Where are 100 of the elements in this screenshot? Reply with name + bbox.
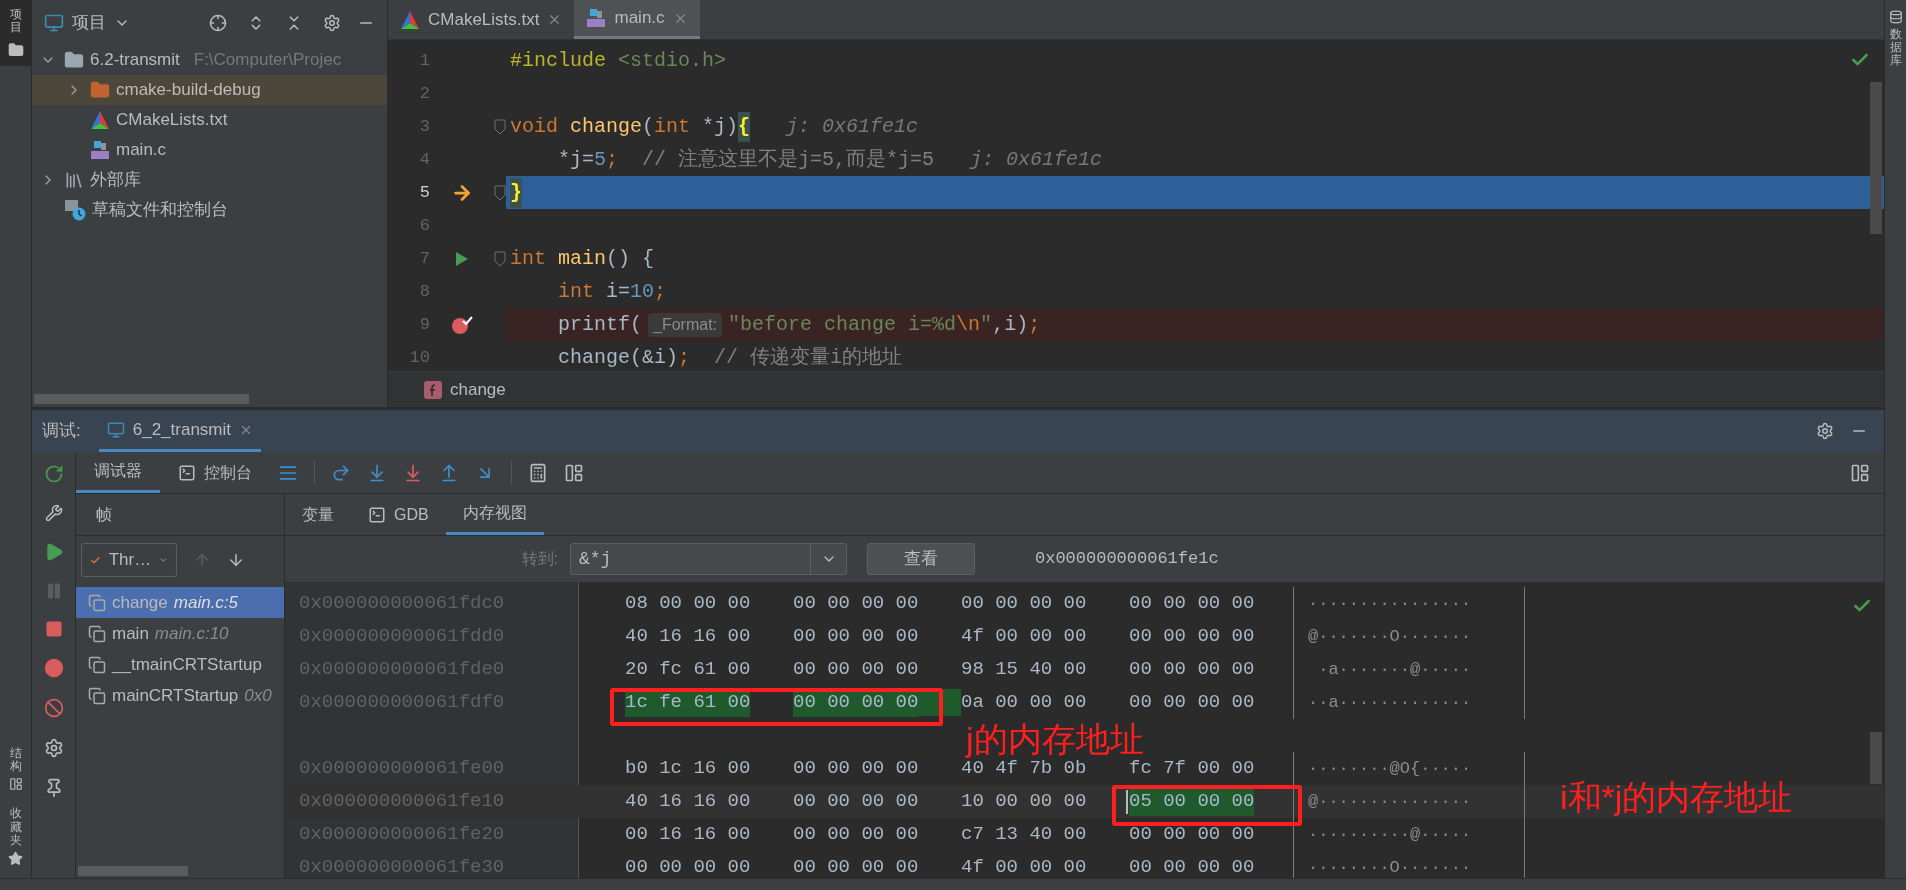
fold-marker-icon[interactable] [494, 250, 506, 267]
stack-frame[interactable]: change main.c:5 [76, 587, 284, 618]
breakpoint-icon[interactable] [451, 314, 473, 335]
tree-item[interactable]: 草稿文件和控制台 [32, 195, 387, 225]
structure-icon[interactable] [8, 777, 23, 792]
side-tab-label[interactable]: 项目 [9, 8, 22, 35]
code-token: <stdio.h> [617, 47, 727, 74]
rerun-icon[interactable] [43, 464, 64, 484]
hex-bytes: 05 00 00 00 [1129, 787, 1255, 816]
function-icon [424, 380, 442, 399]
debugger-tab[interactable]: 控制台 [160, 452, 270, 493]
locate-icon[interactable] [209, 13, 227, 32]
breadcrumb[interactable]: change [450, 376, 506, 403]
hex-bytes: 98 15 40 00 [961, 657, 1087, 683]
hex-bytes: 00 16 16 00 [625, 822, 751, 848]
tree-item[interactable]: cmake-build-debug [32, 75, 387, 105]
tree-item[interactable]: 外部库 [32, 165, 387, 195]
hex-bytes: 00 00 00 00 [793, 624, 919, 650]
view-tab[interactable]: 变量 [285, 494, 351, 535]
hex-bytes: 00 00 00 00 [793, 756, 919, 782]
stop-icon[interactable] [44, 620, 63, 638]
code-token: // 传递变量i的地址 [713, 344, 903, 371]
fold-marker-icon[interactable] [494, 184, 506, 201]
tree-item[interactable]: main.c [32, 135, 387, 165]
code-token: *j) [701, 113, 739, 140]
tree-item-label: 草稿文件和控制台 [92, 199, 228, 222]
hex-bytes: 00 00 00 00 [1129, 591, 1255, 617]
ascii-text: @··············· [1307, 790, 1473, 813]
run-icon[interactable] [455, 250, 469, 267]
horizontal-scrollbar[interactable] [78, 866, 188, 876]
triangle-logo-icon [400, 9, 420, 30]
arrow-down-icon[interactable] [227, 551, 245, 569]
annotation-text: i和*j的内存地址 [1560, 780, 1793, 814]
tree-item-path: F:\Computer\Projec [193, 49, 342, 72]
code-token: int [510, 245, 546, 272]
code-token: #include [510, 47, 606, 74]
hex-bytes: 40 16 16 00 [625, 789, 751, 815]
breakpoints-icon[interactable] [43, 658, 64, 678]
line-number: 3 [418, 115, 430, 138]
side-tab[interactable]: 项目 [0, 0, 32, 67]
vertical-scrollbar[interactable] [1870, 82, 1882, 234]
horizontal-scrollbar[interactable] [34, 394, 249, 404]
goto-field[interactable]: &*j [570, 543, 847, 575]
settings-icon[interactable] [323, 13, 341, 32]
hex-bytes: 00 00 00 00 [793, 591, 919, 617]
calculator-icon[interactable] [528, 462, 548, 483]
thread-dropdown[interactable]: Thr… [81, 543, 177, 577]
layout-icon[interactable] [564, 462, 584, 483]
folder-icon [64, 50, 84, 70]
line-number: 9 [418, 313, 430, 336]
database-icon[interactable] [1888, 10, 1903, 24]
tree-item-label: 6.2-transmit [90, 49, 180, 72]
line-number: 2 [418, 82, 430, 105]
session-tab[interactable]: 6_2_transmit [98, 410, 261, 452]
step-out-icon[interactable] [439, 462, 459, 483]
editor-tab[interactable]: main.c [574, 0, 700, 39]
hex-bytes: fc 7f 00 00 [1129, 756, 1255, 782]
side-tab[interactable]: 收藏夹 [9, 807, 22, 847]
tree-item[interactable]: 6.2-transmit F:\Computer\Projec [32, 45, 387, 75]
hex-bytes: 4f 00 00 00 [961, 855, 1087, 878]
code-token: // 注意这里不是j=5,而是*j=5 [641, 146, 935, 173]
line-number: 7 [418, 247, 430, 270]
editor-tab[interactable]: CMakeLists.txt [388, 0, 575, 39]
frame-icon [88, 624, 106, 643]
settings-icon[interactable] [1816, 422, 1834, 440]
fold-marker-icon[interactable] [494, 118, 506, 135]
stack-frame[interactable]: __tmainCRTStartup [76, 649, 284, 680]
force-step-into-icon[interactable] [403, 462, 423, 483]
hex-bytes: c7 13 40 00 [961, 822, 1087, 848]
mute-breakpoints-icon[interactable] [43, 698, 64, 718]
step-over-icon[interactable] [331, 462, 351, 483]
settings-icon[interactable] [43, 738, 64, 758]
code-token: 10 [630, 278, 655, 305]
panel-title[interactable]: 项目 [72, 9, 106, 36]
annotation-text: j的内存地址 [966, 722, 1144, 756]
code-token: main [557, 245, 607, 272]
star-icon[interactable] [8, 851, 23, 866]
line-number: 8 [418, 280, 430, 303]
step-into-icon[interactable] [367, 462, 387, 483]
side-tab[interactable]: 数据库 [1889, 28, 1902, 68]
line-number: 4 [418, 148, 430, 171]
inline-value-hint: j: 0x61fe1c [970, 146, 1103, 173]
line-number: 10 [408, 346, 430, 369]
side-tab[interactable]: 结构 [9, 747, 22, 774]
ascii-text: @·······O······· [1307, 625, 1473, 648]
view-tab[interactable]: GDB [351, 494, 446, 535]
debugger-tab[interactable]: 调试器 [76, 452, 160, 493]
code-token: *j= [557, 146, 594, 173]
layout-settings-icon[interactable] [1850, 462, 1870, 483]
line-number: 1 [418, 49, 430, 72]
code-token: ; [1028, 311, 1041, 338]
code-token: { [738, 111, 751, 142]
tree-item[interactable]: CMakeLists.txt [32, 105, 387, 135]
wrench-icon[interactable] [44, 504, 63, 522]
code-token: int [557, 278, 594, 305]
ascii-text: ········O······· [1307, 856, 1473, 878]
view-button[interactable]: 查看 [867, 543, 975, 575]
stack-frame[interactable]: main main.c:10 [76, 618, 284, 649]
vertical-scrollbar[interactable] [1870, 732, 1882, 784]
stack-frame[interactable]: mainCRTStartup 0x0 [76, 680, 284, 711]
